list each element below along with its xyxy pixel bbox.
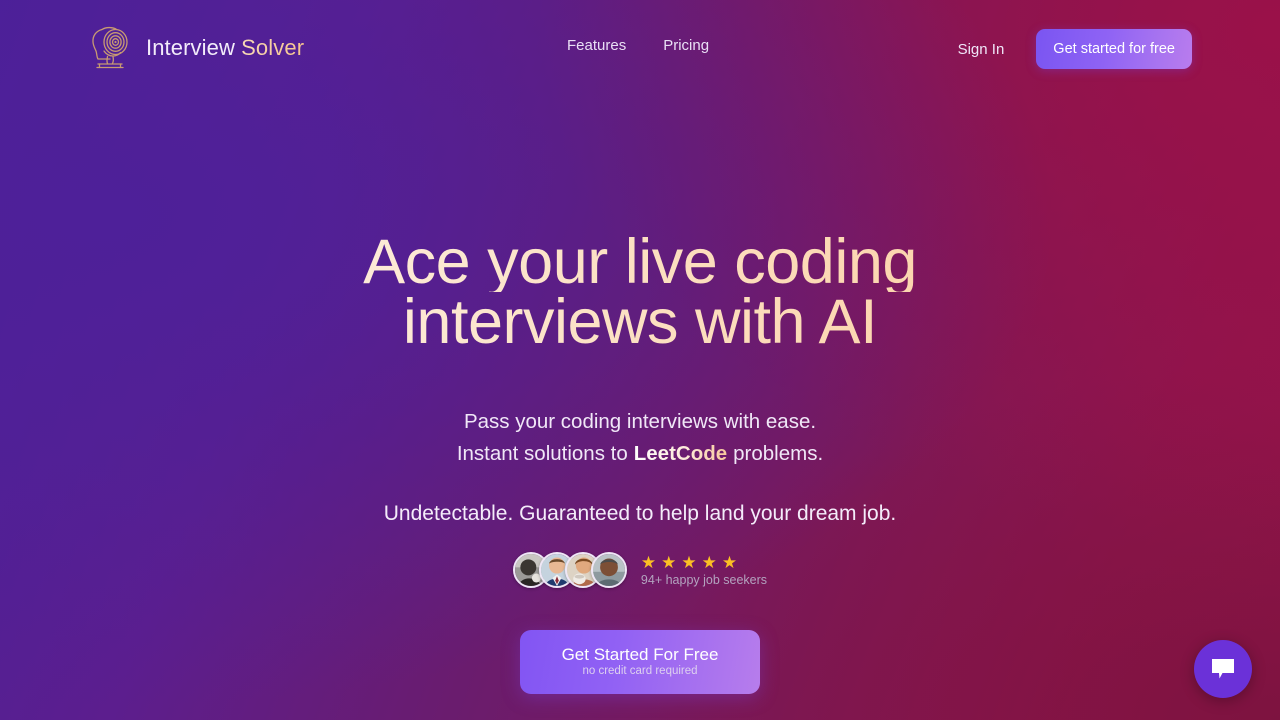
get-started-for-free-button[interactable]: Get Started For Free no credit card requ… <box>520 630 760 694</box>
avatar-group <box>512 552 627 588</box>
star-icon: ★ <box>661 552 677 572</box>
page-title: Ace your live coding interviews with AI <box>0 231 1280 354</box>
social-proof: ★ ★ ★ ★ ★ 94+ happy job seekers <box>0 552 1280 588</box>
chat-bubble-icon <box>1210 657 1236 681</box>
hero-title-line-1: Ace your live coding <box>0 231 1280 294</box>
chat-widget-button[interactable] <box>1194 640 1252 698</box>
hero-subtitle-prefix: Instant solutions to <box>456 442 628 465</box>
star-rating: ★ ★ ★ ★ ★ <box>641 554 737 571</box>
cta-label: Get Started For Free <box>561 645 719 665</box>
avatar <box>590 552 627 588</box>
hero-subtitle-suffix: problems. <box>733 442 824 465</box>
hero-subtitle-line-2: Instant solutions to LeetCode problems. <box>0 438 1280 470</box>
cta-note: no credit card required <box>582 665 698 678</box>
leetcode-highlight: LeetCode <box>633 442 728 465</box>
hero-title-line-2: interviews with AI <box>0 291 1280 354</box>
rating-block: ★ ★ ★ ★ ★ 94+ happy job seekers <box>641 554 767 587</box>
hero-guarantee-text: Undetectable. Guaranteed to help land yo… <box>383 502 897 525</box>
star-icon: ★ <box>640 552 657 572</box>
star-icon: ★ <box>681 552 697 572</box>
star-icon: ★ <box>701 552 717 572</box>
hero-subtitle: Pass your coding interviews with ease. I… <box>0 406 1280 470</box>
star-icon: ★ <box>721 552 738 572</box>
hero-subtitle-line-1: Pass your coding interviews with ease. <box>463 410 817 433</box>
rating-caption: 94+ happy job seekers <box>640 572 768 587</box>
hero-section: Ace your live coding interviews with AI … <box>0 0 1280 720</box>
